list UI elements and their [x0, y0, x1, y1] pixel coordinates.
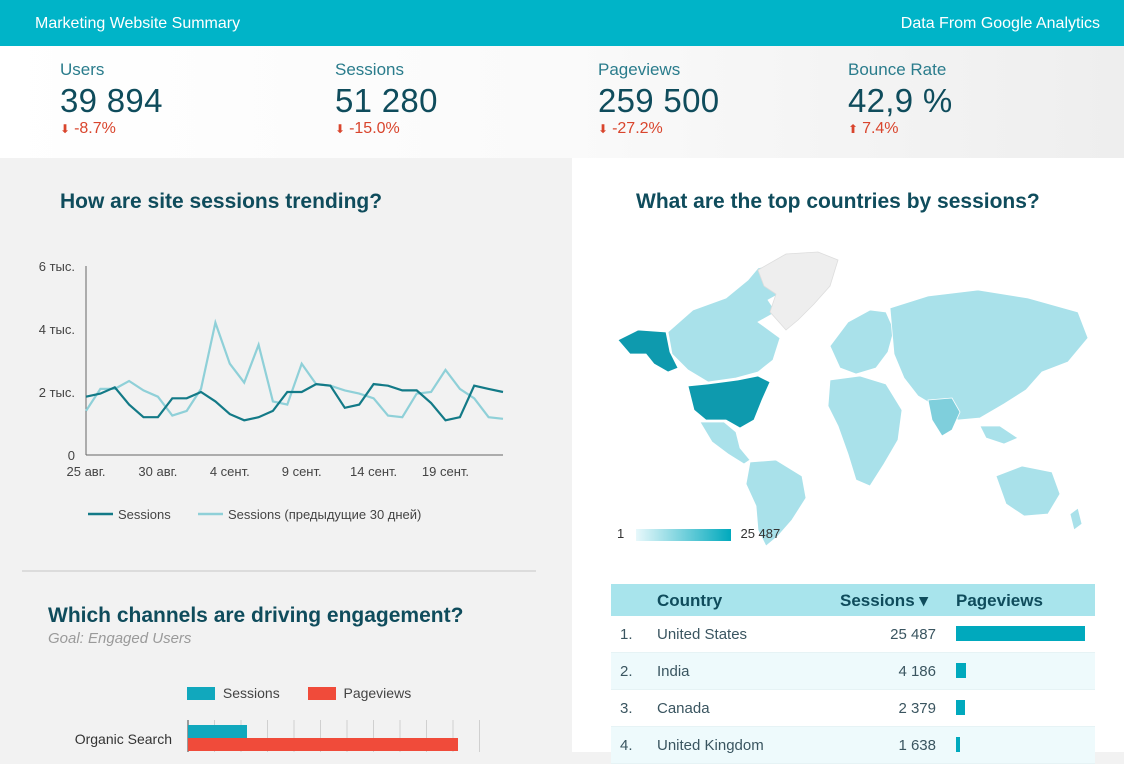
bar-sessions-organic-search[interactable]: [188, 725, 247, 738]
column-header-country[interactable]: Country: [657, 591, 722, 611]
map-region-mexico: [699, 421, 751, 465]
pageviews-bar: [956, 663, 966, 678]
y-tick-label: 4 тыс.: [39, 322, 75, 337]
kpi-scorecards: Users 39 894 ⬇ -8.7% Sessions 51 280 ⬇ -15…: [0, 46, 1124, 158]
kpi-label: Users: [60, 60, 105, 79]
channels-title: Which channels are driving engagement?: [48, 604, 464, 627]
kpi-users[interactable]: Users 39 894 ⬇ -8.7%: [60, 60, 163, 138]
kpi-change-value: -27.2%: [612, 120, 663, 137]
map-region-southeast-asia: [979, 425, 1019, 445]
row-country: India: [657, 663, 690, 680]
kpi-value: 51 280: [335, 82, 438, 119]
kpi-bounce-rate[interactable]: Bounce Rate 42,9 % ⬆ 7.4%: [848, 60, 953, 138]
section-divider: [22, 570, 536, 572]
arrow-down-icon: ⬇: [335, 122, 346, 136]
row-sessions: 2 379: [898, 700, 936, 717]
kpi-change: ⬇ -27.2%: [598, 120, 719, 138]
column-header-pageviews[interactable]: Pageviews: [956, 591, 1043, 611]
pageviews-bar: [956, 737, 960, 752]
map-region-asia: [889, 289, 1089, 421]
legend-label-pageviews: Pageviews: [343, 685, 412, 701]
kpi-change: ⬇ -15.0%: [335, 120, 438, 138]
kpi-change: ⬇ -8.7%: [60, 120, 163, 138]
x-tick-label: 14 сент.: [350, 464, 397, 479]
row-sessions: 25 487: [890, 626, 936, 643]
map-region-usa: [687, 375, 771, 429]
channels-legend: Sessions Pageviews: [187, 685, 411, 701]
countries-title: What are the top countries by sessions?: [636, 190, 1040, 213]
kpi-change-value: -8.7%: [74, 120, 116, 137]
row-sessions: 1 638: [898, 737, 936, 754]
series-line-sessions[interactable]: [85, 382, 504, 422]
legend-label: Sessions (предыдущие 30 дней): [228, 507, 421, 522]
legend-swatch-sessions: [187, 687, 215, 700]
arrow-down-icon: ⬇: [598, 122, 609, 136]
kpi-label: Sessions: [335, 60, 404, 79]
table-row[interactable]: 1. United States 25 487: [611, 616, 1095, 653]
pageviews-bar: [956, 700, 965, 715]
kpi-change: ⬆ 7.4%: [848, 120, 953, 138]
trend-chart-title: How are site sessions trending?: [60, 190, 383, 213]
header-bar: Marketing Website Summary Data From Goog…: [0, 0, 1124, 46]
kpi-label: Pageviews: [598, 60, 681, 79]
legend-gradient: [635, 528, 731, 541]
x-tick-label: 19 сент.: [422, 464, 469, 479]
row-rank: 4.: [620, 737, 633, 754]
row-country: United States: [657, 626, 748, 643]
table-header: Country Sessions ▾ Pageviews: [611, 584, 1095, 616]
row-country: United Kingdom: [657, 737, 764, 754]
arrow-down-icon: ⬇: [60, 122, 71, 136]
map-region-new-zealand: [1069, 507, 1083, 531]
x-tick-label: 25 авг.: [67, 464, 106, 479]
row-sessions: 4 186: [898, 663, 936, 680]
pageviews-bar: [956, 626, 1085, 641]
bar-pageviews-organic-search[interactable]: [188, 738, 458, 751]
data-source-label: Data From Google Analytics: [900, 15, 1100, 32]
row-rank: 1.: [620, 626, 633, 643]
row-country: Canada: [657, 700, 710, 717]
category-label: Organic Search: [75, 731, 172, 747]
series-line-sessions-30[interactable]: [85, 318, 504, 420]
y-tick-label: 0: [68, 448, 75, 463]
kpi-change-value: 7.4%: [862, 120, 899, 137]
row-rank: 2.: [620, 663, 633, 680]
legend-label-sessions: Sessions: [222, 685, 280, 701]
kpi-change-value: -15.0%: [349, 120, 400, 137]
map-region-europe: [829, 309, 895, 375]
kpi-value: 259 500: [598, 82, 720, 119]
kpi-label: Bounce Rate: [848, 60, 947, 79]
channels-subtitle: Goal: Engaged Users: [48, 630, 192, 647]
report-title: Marketing Website Summary: [35, 15, 241, 32]
channels-bar-chart[interactable]: Organic Search: [0, 712, 560, 752]
legend-min-label: 1: [617, 526, 625, 541]
x-tick-label: 30 авг.: [138, 464, 177, 479]
row-rank: 3.: [620, 700, 633, 717]
countries-table: Country Sessions ▾ Pageviews 1. United S…: [611, 584, 1095, 764]
sessions-trend-chart[interactable]: 6 тыс. 4 тыс. 2 тыс. 025 авг. 30 авг. 4 сент.…: [0, 240, 560, 540]
world-map[interactable]: [608, 250, 1098, 550]
table-row[interactable]: 2. India 4 186: [611, 653, 1095, 690]
legend-max-label: 25 487: [740, 526, 781, 541]
x-tick-label: 9 сент.: [282, 464, 322, 479]
map-color-legend: 1 25 487: [617, 526, 780, 541]
arrow-up-icon: ⬆: [848, 122, 859, 136]
kpi-value: 39 894: [60, 82, 163, 119]
kpi-pageviews[interactable]: Pageviews 259 500 ⬇ -27.2%: [598, 60, 719, 138]
map-region-india: [927, 397, 961, 437]
kpi-value: 42,9 %: [848, 82, 953, 119]
y-tick-label: 6 тыс.: [39, 259, 75, 274]
x-tick-label: 4 сент.: [210, 464, 250, 479]
table-row[interactable]: 4. United Kingdom 1 638: [611, 727, 1095, 764]
legend-swatch-pageviews: [307, 687, 336, 700]
legend-label: Sessions: [118, 507, 171, 522]
table-row[interactable]: 3. Canada 2 379: [611, 690, 1095, 727]
map-region-africa: [827, 375, 903, 487]
column-header-sessions[interactable]: Sessions ▾: [840, 591, 928, 611]
map-region-australia: [995, 465, 1061, 517]
kpi-sessions[interactable]: Sessions 51 280 ⬇ -15.0%: [335, 60, 438, 138]
y-tick-label: 2 тыс.: [39, 385, 75, 400]
